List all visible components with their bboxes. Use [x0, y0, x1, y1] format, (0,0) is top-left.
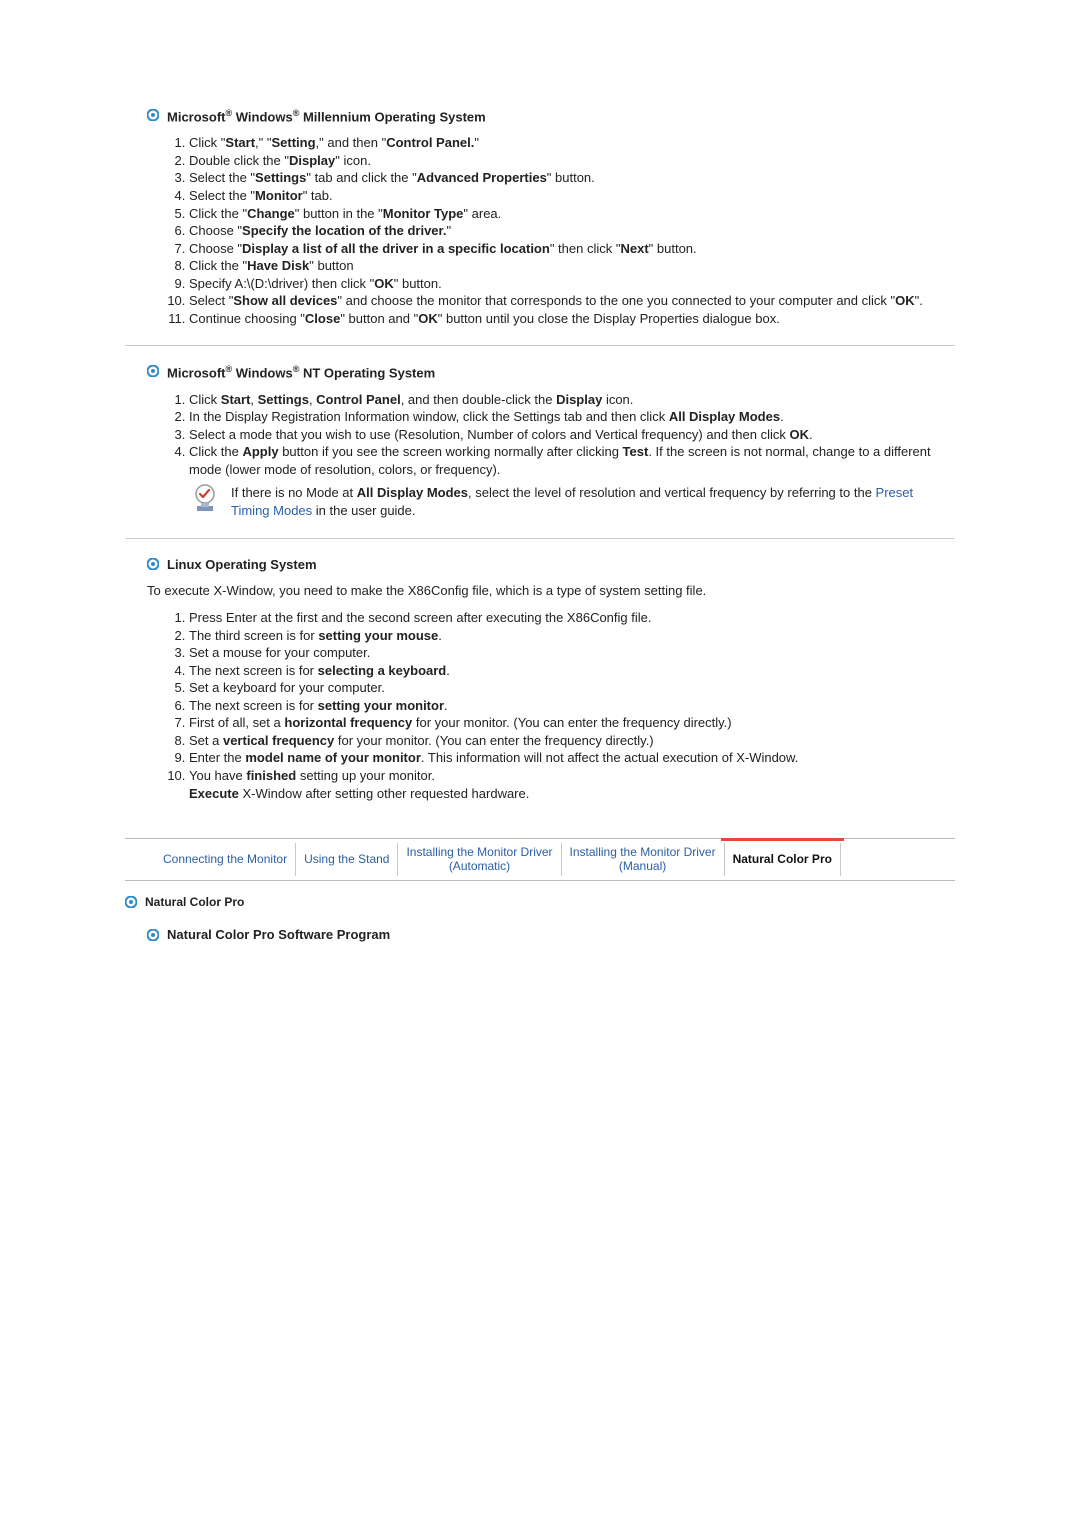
- step-item: Set a vertical frequency for your monito…: [189, 732, 955, 750]
- footer-heading-1-title: Natural Color Pro: [145, 895, 244, 909]
- blank-space: [125, 942, 955, 1482]
- tab-natural-color-pro[interactable]: Natural Color Pro: [725, 839, 840, 880]
- step-item: Click Start, Settings, Control Panel, an…: [189, 391, 955, 409]
- tab-install-driver-manual[interactable]: Installing the Monitor Driver(Manual): [562, 839, 724, 880]
- step-item: Double click the "Display" icon.: [189, 152, 955, 170]
- step-item: Choose "Specify the location of the driv…: [189, 222, 955, 240]
- step-item: Choose "Display a list of all the driver…: [189, 240, 955, 258]
- intro-text: To execute X-Window, you need to make th…: [147, 582, 955, 600]
- steps-list: Press Enter at the first and the second …: [171, 609, 955, 802]
- bullet-icon: [147, 365, 159, 377]
- step-item: Press Enter at the first and the second …: [189, 609, 955, 627]
- section-heading: Microsoft® Windows® Millennium Operating…: [147, 108, 955, 124]
- section-linux: Linux Operating System To execute X-Wind…: [125, 538, 955, 821]
- step-item: First of all, set a horizontal frequency…: [189, 714, 955, 732]
- step-item: Enter the model name of your monitor. Th…: [189, 749, 955, 767]
- section-windows-nt: Microsoft® Windows® NT Operating System …: [125, 345, 955, 537]
- step-item: Specify A:\(D:\driver) then click "OK" b…: [189, 275, 955, 293]
- steps-list: Click Start, Settings, Control Panel, an…: [171, 391, 955, 479]
- step-item: The third screen is for setting your mou…: [189, 627, 955, 645]
- section-windows-me: Microsoft® Windows® Millennium Operating…: [125, 90, 955, 345]
- step-item: Click "Start," "Setting," and then "Cont…: [189, 134, 955, 152]
- section-title: Linux Operating System: [167, 557, 317, 572]
- bullet-icon: [125, 896, 137, 908]
- step-item: You have finished setting up your monito…: [189, 767, 955, 802]
- tab-using-stand[interactable]: Using the Stand: [296, 839, 397, 880]
- page-content: Microsoft® Windows® Millennium Operating…: [125, 0, 955, 1522]
- steps-list: Click "Start," "Setting," and then "Cont…: [171, 134, 955, 327]
- step-item: Select the "Monitor" tab.: [189, 187, 955, 205]
- tab-connecting-monitor[interactable]: Connecting the Monitor: [155, 839, 295, 880]
- tab-bar: Connecting the Monitor Using the Stand I…: [125, 838, 955, 881]
- step-item: The next screen is for selecting a keybo…: [189, 662, 955, 680]
- section-heading: Microsoft® Windows® NT Operating System: [147, 364, 955, 380]
- step-item: In the Display Registration Information …: [189, 408, 955, 426]
- step-item: Click the Apply button if you see the sc…: [189, 443, 955, 478]
- section-heading: Linux Operating System: [147, 557, 955, 572]
- step-item: Continue choosing "Close" button and "OK…: [189, 310, 955, 328]
- note-text: If there is no Mode at All Display Modes…: [231, 484, 955, 519]
- tab-divider: [840, 843, 841, 876]
- footer-heading-2: Natural Color Pro Software Program: [147, 927, 955, 942]
- bullet-icon: [147, 929, 159, 941]
- bullet-icon: [147, 558, 159, 570]
- step-item: The next screen is for setting your moni…: [189, 697, 955, 715]
- step-item: Click the "Change" button in the "Monito…: [189, 205, 955, 223]
- tab-install-driver-auto[interactable]: Installing the Monitor Driver(Automatic): [398, 839, 560, 880]
- step-item: Select "Show all devices" and choose the…: [189, 292, 955, 310]
- note: If there is no Mode at All Display Modes…: [191, 484, 955, 519]
- step-item: Select a mode that you wish to use (Reso…: [189, 426, 955, 444]
- bullet-icon: [147, 109, 159, 121]
- step-item: Click the "Have Disk" button: [189, 257, 955, 275]
- footer-heading-1: Natural Color Pro: [125, 895, 955, 909]
- section-title: Microsoft® Windows® NT Operating System: [167, 364, 435, 380]
- step-item: Set a mouse for your computer.: [189, 644, 955, 662]
- step-item: Set a keyboard for your computer.: [189, 679, 955, 697]
- step-item: Select the "Settings" tab and click the …: [189, 169, 955, 187]
- checkmark-note-icon: [191, 484, 219, 512]
- section-title: Microsoft® Windows® Millennium Operating…: [167, 108, 486, 124]
- footer-heading-2-title: Natural Color Pro Software Program: [167, 927, 390, 942]
